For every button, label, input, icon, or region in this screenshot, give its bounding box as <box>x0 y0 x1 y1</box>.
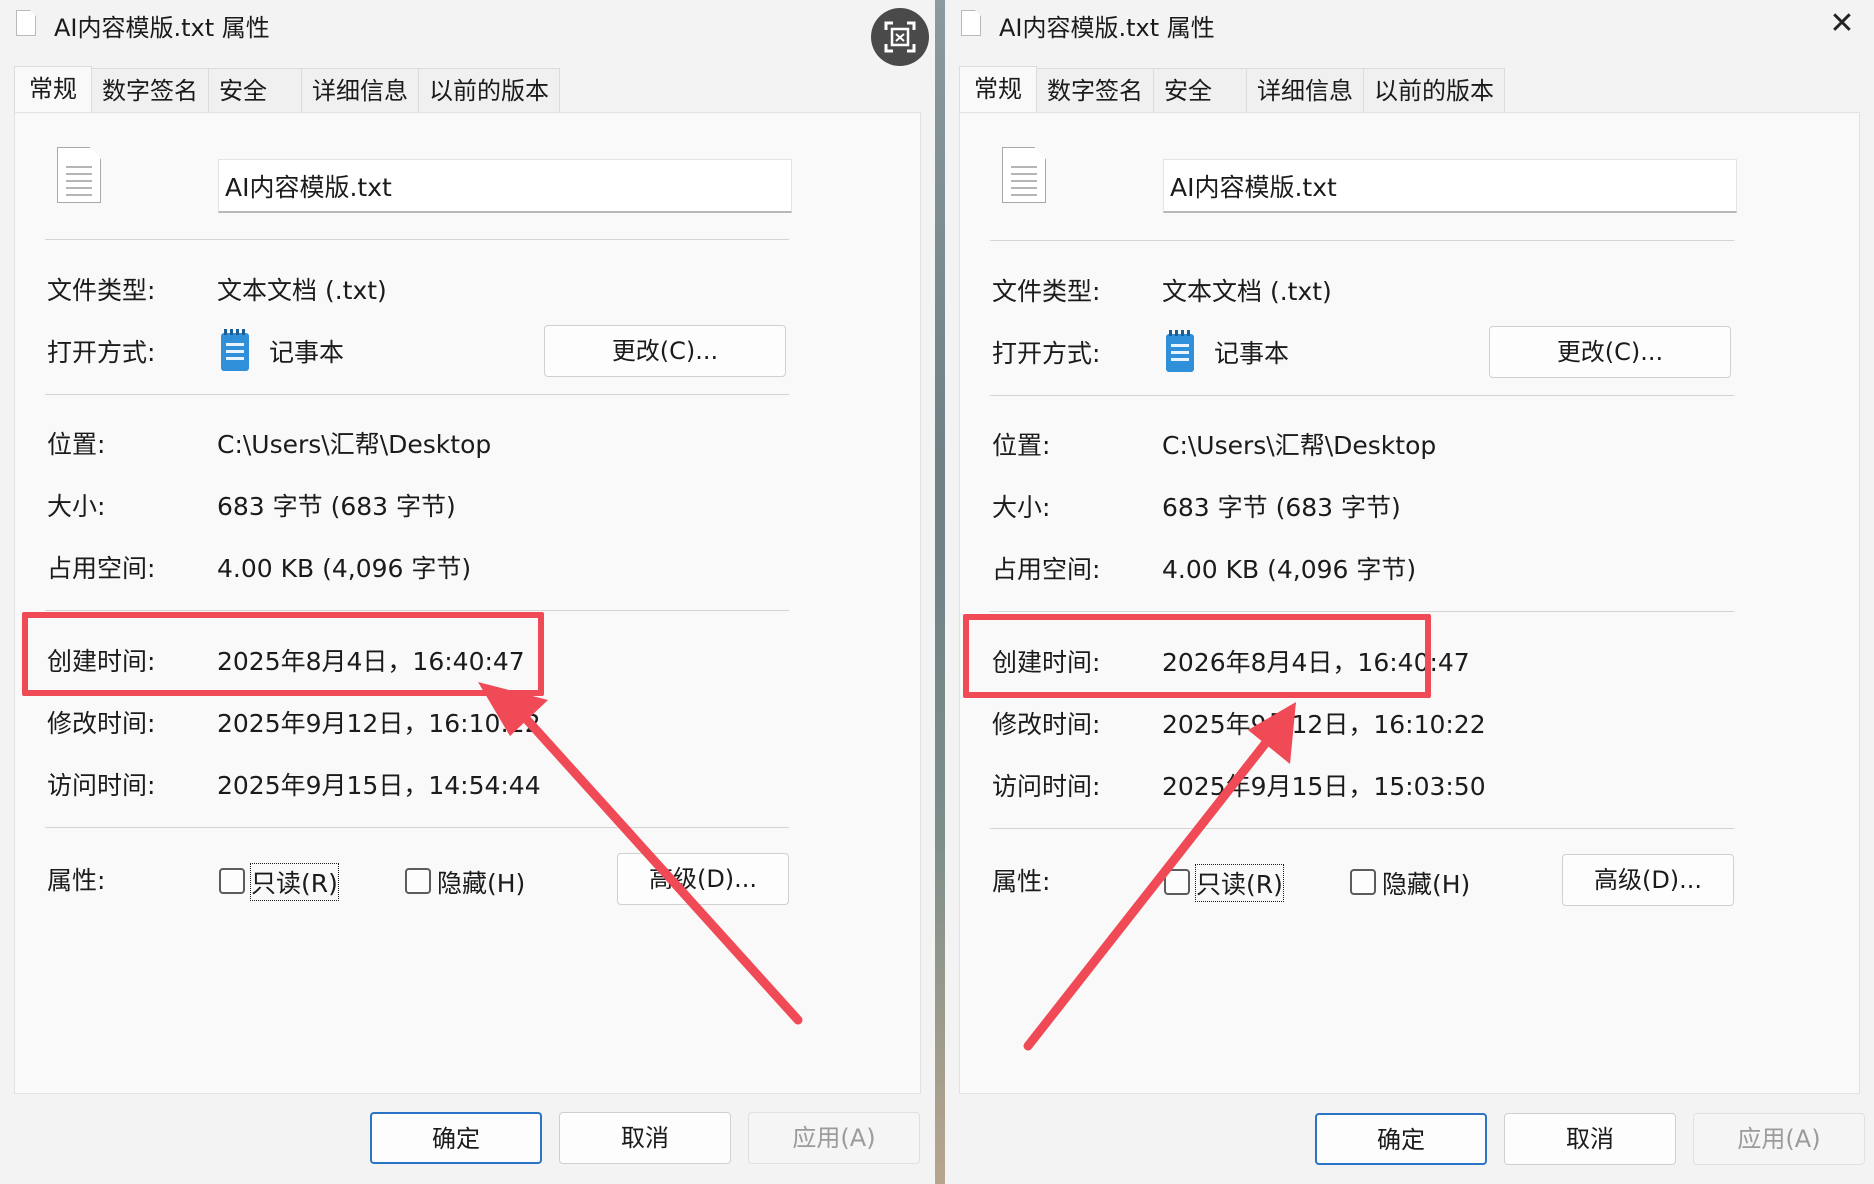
size-label: 大小: <box>992 493 1051 522</box>
separator <box>990 395 1734 396</box>
ok-button[interactable]: 确定 <box>1315 1113 1487 1165</box>
apply-button[interactable]: 应用(A) <box>748 1112 920 1164</box>
tab-security[interactable]: 安全 <box>1153 68 1247 113</box>
cancel-button[interactable]: 取消 <box>559 1112 731 1164</box>
advanced-button[interactable]: 高级(D)... <box>617 853 789 905</box>
created-label: 创建时间: <box>47 647 156 676</box>
title-bar[interactable]: AI内容模版.txt 属性 <box>0 0 935 66</box>
separator <box>990 240 1734 241</box>
tab-previous-versions[interactable]: 以前的版本 <box>418 68 560 113</box>
screen-capture-icon[interactable] <box>871 8 929 66</box>
readonly-label[interactable]: 只读(R) <box>1195 864 1284 902</box>
hidden-label[interactable]: 隐藏(H) <box>437 864 525 900</box>
file-icon <box>16 10 36 36</box>
separator <box>45 239 789 240</box>
hidden-checkbox[interactable] <box>405 868 431 894</box>
cancel-button[interactable]: 取消 <box>1504 1113 1676 1165</box>
file-icon <box>961 10 981 36</box>
open-with-label: 打开方式: <box>47 338 156 367</box>
modified-value: 2025年9月12日，16:10:22 <box>1162 710 1486 739</box>
tab-details[interactable]: 详细信息 <box>1246 68 1364 113</box>
size-value: 683 字节 (683 字节) <box>217 492 456 521</box>
separator <box>990 828 1734 829</box>
readonly-label[interactable]: 只读(R) <box>250 863 339 901</box>
location-value: C:\Users\汇帮\Desktop <box>217 430 492 459</box>
open-with-label: 打开方式: <box>992 339 1101 368</box>
location-label: 位置: <box>47 430 106 459</box>
general-panel: 文件类型: 文本文档 (.txt) 打开方式: 记事本 更改(C)... 位置:… <box>14 112 921 1094</box>
tab-bar: 常规 数字签名 安全 详细信息 以前的版本 <box>959 66 1505 113</box>
title-bar[interactable]: AI内容模版.txt 属性 ✕ <box>945 0 1874 48</box>
accessed-label: 访问时间: <box>992 772 1101 801</box>
file-type-label: 文件类型: <box>47 276 156 305</box>
attributes-label: 属性: <box>992 867 1051 896</box>
open-with-value: 记事本 <box>1214 339 1290 368</box>
size-on-disk-label: 占用空间: <box>992 555 1101 584</box>
attributes-label: 属性: <box>47 866 106 895</box>
notepad-icon <box>1166 330 1194 372</box>
modified-value: 2025年9月12日，16:10:22 <box>217 709 541 738</box>
apply-button[interactable]: 应用(A) <box>1693 1113 1865 1165</box>
modified-label: 修改时间: <box>47 709 156 738</box>
location-label: 位置: <box>992 431 1051 460</box>
size-on-disk-value: 4.00 KB (4,096 字节) <box>217 554 472 583</box>
accessed-value: 2025年9月15日，14:54:44 <box>217 771 541 800</box>
readonly-checkbox[interactable] <box>219 868 245 894</box>
file-type-label: 文件类型: <box>992 277 1101 306</box>
properties-window-left: AI内容模版.txt 属性 常规 数字签名 安全 详细信息 以前的版本 文件类型… <box>0 0 935 1184</box>
general-panel: 文件类型: 文本文档 (.txt) 打开方式: 记事本 更改(C)... 位置:… <box>959 112 1860 1094</box>
location-value: C:\Users\汇帮\Desktop <box>1162 431 1437 460</box>
file-type-value: 文本文档 (.txt) <box>1162 277 1332 306</box>
advanced-button[interactable]: 高级(D)... <box>1562 854 1734 906</box>
modified-label: 修改时间: <box>992 710 1101 739</box>
separator <box>45 610 789 611</box>
accessed-value: 2025年9月15日，15:03:50 <box>1162 772 1486 801</box>
tab-general[interactable]: 常规 <box>14 66 92 113</box>
file-type-value: 文本文档 (.txt) <box>217 276 387 305</box>
separator <box>990 611 1734 612</box>
created-value: 2026年8月4日，16:40:47 <box>1162 648 1470 677</box>
size-on-disk-label: 占用空间: <box>47 554 156 583</box>
separator <box>45 394 789 395</box>
notepad-icon <box>221 329 249 371</box>
created-label: 创建时间: <box>992 648 1101 677</box>
change-button[interactable]: 更改(C)... <box>1489 326 1731 378</box>
tab-security[interactable]: 安全 <box>208 68 302 113</box>
desktop-gap <box>935 0 945 1184</box>
tab-general[interactable]: 常规 <box>959 66 1037 113</box>
ok-button[interactable]: 确定 <box>370 1112 542 1164</box>
tab-previous-versions[interactable]: 以前的版本 <box>1363 68 1505 113</box>
close-icon[interactable]: ✕ <box>1824 6 1860 42</box>
properties-window-right: AI内容模版.txt 属性 ✕ 常规 数字签名 安全 详细信息 以前的版本 文件… <box>945 0 1874 1184</box>
readonly-checkbox[interactable] <box>1164 869 1190 895</box>
change-button[interactable]: 更改(C)... <box>544 325 786 377</box>
accessed-label: 访问时间: <box>47 771 156 800</box>
size-on-disk-value: 4.00 KB (4,096 字节) <box>1162 555 1417 584</box>
text-file-icon <box>1002 147 1046 203</box>
text-file-icon <box>57 147 101 203</box>
created-value: 2025年8月4日，16:40:47 <box>217 647 525 676</box>
separator <box>45 827 789 828</box>
tab-digital-signature[interactable]: 数字签名 <box>91 68 209 113</box>
hidden-label[interactable]: 隐藏(H) <box>1382 865 1470 901</box>
hidden-checkbox[interactable] <box>1350 869 1376 895</box>
tab-details[interactable]: 详细信息 <box>301 68 419 113</box>
window-title: AI内容模版.txt 属性 <box>54 14 270 42</box>
tab-digital-signature[interactable]: 数字签名 <box>1036 68 1154 113</box>
open-with-value: 记事本 <box>269 338 345 367</box>
size-value: 683 字节 (683 字节) <box>1162 493 1401 522</box>
window-title: AI内容模版.txt 属性 <box>999 14 1215 42</box>
filename-input[interactable] <box>218 159 792 213</box>
tab-bar: 常规 数字签名 安全 详细信息 以前的版本 <box>14 66 560 113</box>
size-label: 大小: <box>47 492 106 521</box>
filename-input[interactable] <box>1163 159 1737 213</box>
